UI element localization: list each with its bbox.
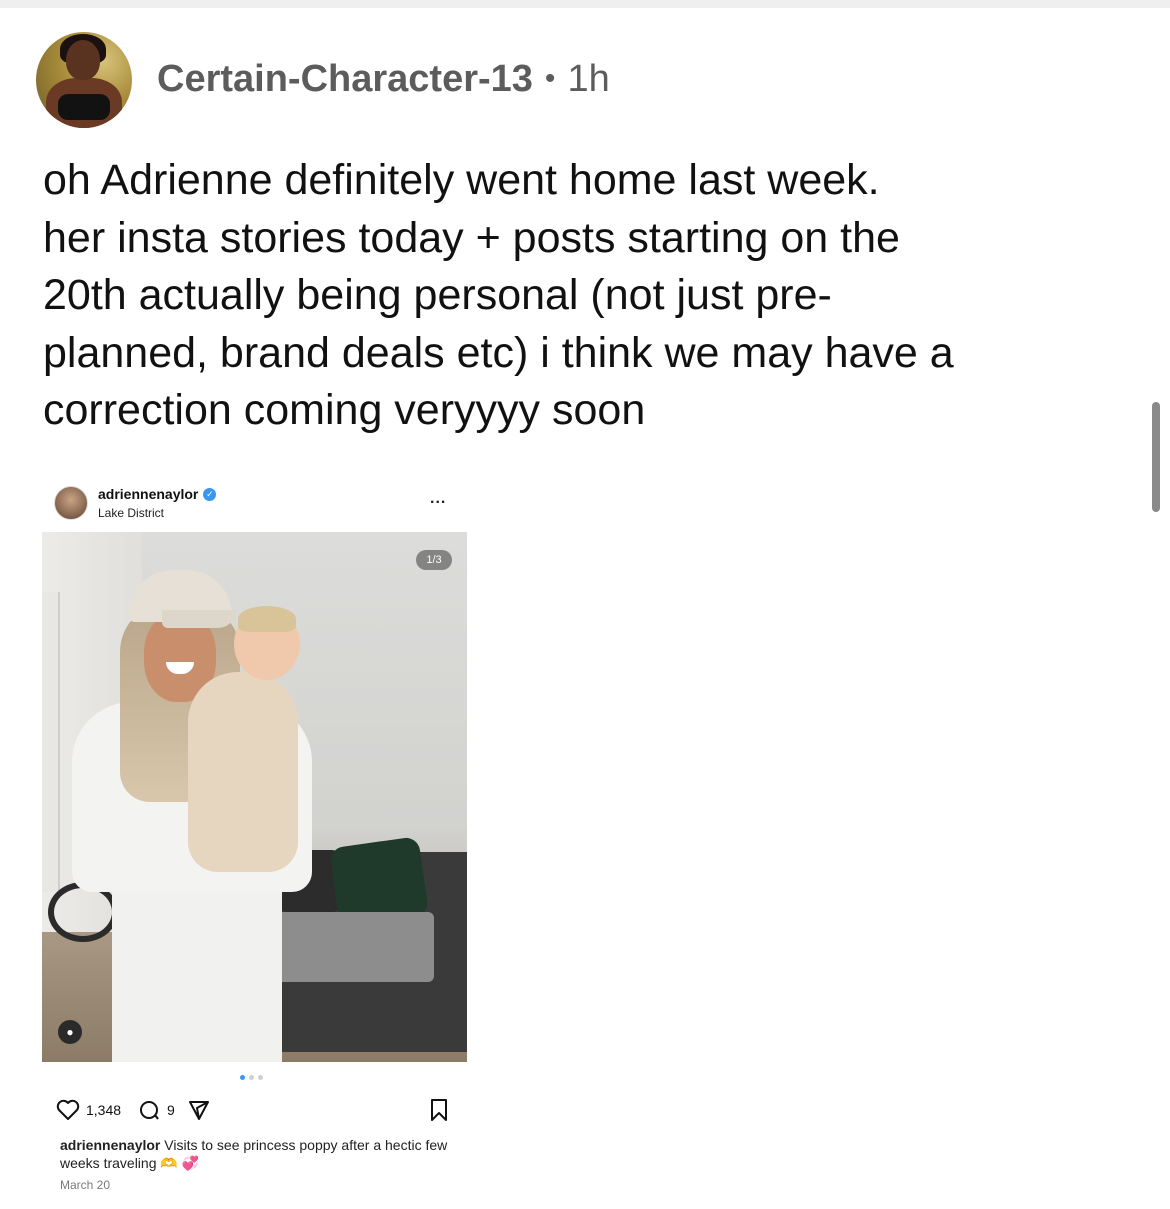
carousel-dot: [249, 1075, 254, 1080]
embedded-image[interactable]: adriennenaylor ✓ Lake District ... 1/3 ●: [42, 478, 470, 1198]
body-line: correction coming veryyyy soon: [43, 386, 646, 434]
body-line: oh Adrienne definitely went home last we…: [43, 156, 880, 204]
photo-baby-hair: [238, 606, 296, 632]
photo-woman-legs: [112, 862, 282, 1062]
carousel-dot: [240, 1075, 245, 1080]
body-line: her insta stories today + posts starting…: [43, 213, 900, 262]
heart-icon: [56, 1099, 80, 1120]
comment-header: Certain-Character-13 • 1h: [157, 56, 610, 102]
ig-caption: adriennenaylor Visits to see princess po…: [60, 1136, 460, 1172]
photo-cap-brim: [162, 610, 236, 628]
scrollbar[interactable]: [1152, 402, 1160, 512]
ig-location: Lake District: [98, 506, 165, 520]
ig-actions: 1,348 9: [56, 1098, 211, 1122]
caption-username: adriennenaylor: [60, 1137, 161, 1153]
bookmark-icon: [431, 1099, 447, 1121]
ig-photo: 1/3 ●: [42, 532, 467, 1062]
carousel-dots: [240, 1075, 263, 1080]
photo-baby: [188, 672, 298, 872]
tag-icon: ●: [58, 1020, 82, 1044]
share-icon: [188, 1101, 209, 1120]
ig-username-row: adriennenaylor ✓: [98, 486, 217, 502]
verified-icon: ✓: [203, 487, 217, 501]
ig-date: March 20: [60, 1178, 111, 1192]
username-link[interactable]: Certain-Character-13: [157, 58, 533, 101]
carousel-dot: [258, 1075, 263, 1080]
ig-username: adriennenaylor: [98, 486, 199, 502]
comment-count: 9: [167, 1102, 175, 1118]
avatar-face: [66, 40, 100, 80]
comment-body: oh Adrienne definitely went home last we…: [43, 152, 1133, 440]
photo-throw: [274, 912, 434, 982]
avatar-top: [58, 94, 110, 120]
top-strip: [0, 0, 1170, 8]
user-avatar[interactable]: [36, 32, 132, 128]
ig-avatar: [54, 486, 88, 520]
body-line: 20th actually being personal (not just p…: [43, 271, 832, 319]
comment-icon: [140, 1101, 159, 1120]
more-icon: ...: [430, 490, 447, 507]
photo-door: [42, 592, 60, 892]
carousel-counter: 1/3: [416, 550, 452, 570]
like-count: 1,348: [86, 1102, 122, 1118]
body-line: planned, brand deals etc) i think we may…: [43, 328, 954, 377]
timestamp: 1h: [567, 57, 610, 100]
separator-dot: •: [544, 62, 556, 95]
